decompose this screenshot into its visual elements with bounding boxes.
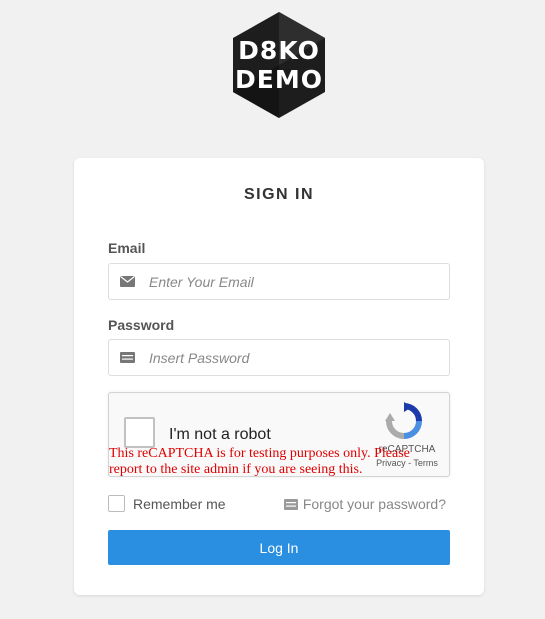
form-title: SIGN IN — [243, 186, 315, 203]
keypad-icon — [120, 352, 135, 363]
recaptcha-label: I'm not a robot — [169, 426, 271, 443]
email-input[interactable] — [149, 264, 444, 299]
sign-in-card: SIGN IN Email Password I'm not a robot r… — [74, 158, 484, 595]
remember-label: Remember me — [133, 496, 226, 512]
password-label: Password — [108, 317, 175, 333]
recaptcha-widget: I'm not a robot reCAPTCHA Privacy - Term… — [108, 392, 450, 477]
email-field-wrapper[interactable] — [108, 263, 450, 300]
recaptcha-checkbox[interactable] — [124, 417, 155, 448]
forgot-password-link[interactable]: Forgot your password? — [283, 496, 446, 512]
logo-line-1: D8KO — [238, 36, 320, 65]
password-input[interactable] — [149, 340, 444, 375]
log-in-button[interactable]: Log In — [108, 530, 450, 565]
password-field-wrapper[interactable] — [108, 339, 450, 376]
card-icon — [283, 499, 298, 510]
envelope-icon — [120, 276, 135, 287]
logo: D8KO DEMO — [229, 10, 329, 120]
logo-line-2: DEMO — [235, 65, 323, 94]
recaptcha-warning: This reCAPTCHA is for testing purposes o… — [109, 446, 410, 477]
logo-text: D8KO DEMO — [229, 36, 329, 94]
recaptcha-logo-icon — [385, 402, 422, 439]
forgot-password-label: Forgot your password? — [302, 496, 446, 512]
remember-checkbox[interactable] — [108, 495, 125, 512]
email-label: Email — [108, 240, 146, 256]
